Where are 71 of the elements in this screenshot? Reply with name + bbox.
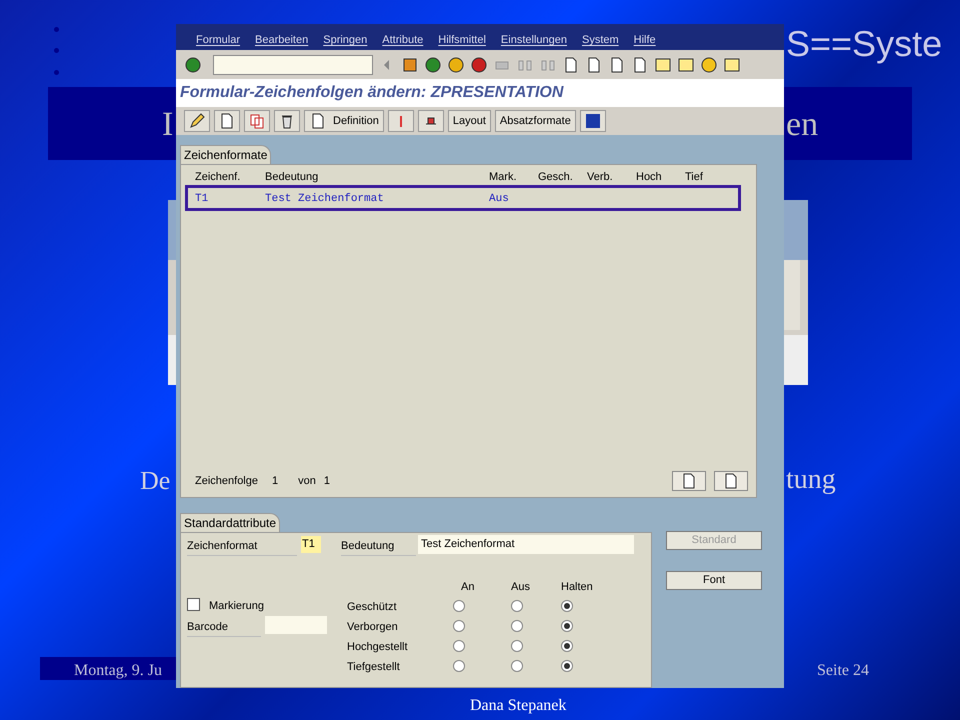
panel-tab[interactable]: Zeichenformate	[180, 145, 272, 164]
field-label: Zeichenformat	[187, 538, 297, 556]
radio-button[interactable]	[561, 640, 573, 652]
barcode-field[interactable]	[265, 616, 327, 634]
field-label: Barcode	[187, 619, 261, 636]
slide-title: en	[786, 108, 818, 142]
column-header: Aus	[511, 580, 530, 595]
radio-button[interactable]	[511, 600, 523, 612]
save-icon[interactable]	[401, 56, 419, 74]
format-field[interactable]: T1	[301, 536, 321, 552]
menu-item[interactable]: Hilfe	[634, 32, 656, 48]
copy-icon[interactable]	[248, 112, 266, 130]
menu-item[interactable]: Formular	[196, 32, 240, 48]
paragraph-formats-button[interactable]: Absatzformate	[494, 110, 576, 132]
pencil-icon[interactable]	[188, 112, 206, 130]
radio-button[interactable]	[561, 620, 573, 632]
action-button[interactable]: Font	[666, 571, 762, 590]
footer-date: Montag, 9. Ju	[74, 663, 162, 679]
column-header: Zeichenf.	[195, 170, 240, 185]
panel-tab[interactable]: Standardattribute	[180, 513, 280, 532]
radio-button[interactable]	[453, 640, 465, 652]
column-header: Mark.	[489, 170, 516, 185]
column-header: Hoch	[636, 170, 662, 185]
position-label: Zeichenfolge	[195, 474, 258, 489]
author-name: Dana Stepanek	[470, 698, 566, 714]
field-label: Bedeutung	[341, 538, 416, 556]
menu-item[interactable]: System	[582, 32, 619, 48]
radio-button[interactable]	[453, 620, 465, 632]
column-header: Halten	[561, 580, 593, 595]
menu-item[interactable]: Bearbeiten	[255, 32, 308, 48]
radio-button[interactable]	[511, 660, 523, 672]
layout-button[interactable]: Layout	[448, 110, 491, 132]
table-cell-text: T1	[195, 192, 208, 207]
slide-text: tung	[786, 466, 836, 494]
command-field[interactable]	[213, 54, 373, 75]
page-up-button[interactable]	[672, 471, 706, 491]
column-header: Tief	[685, 170, 703, 185]
position-label: von	[298, 474, 316, 489]
radio-button[interactable]	[511, 620, 523, 632]
column-header: An	[461, 580, 474, 595]
menu-item[interactable]: Hilfsmittel	[438, 32, 486, 48]
column-header: Verb.	[587, 170, 613, 185]
markierung-checkbox[interactable]	[187, 598, 200, 611]
column-header: Gesch.	[538, 170, 573, 185]
position-value: 1	[324, 474, 330, 489]
table-cell-text: Aus	[489, 192, 509, 207]
column-header: Bedeutung	[265, 170, 318, 185]
slide-heading: S==Syste	[786, 26, 942, 62]
page-down-button[interactable]	[714, 471, 748, 491]
radio-button[interactable]	[561, 600, 573, 612]
position-value: 1	[272, 474, 278, 489]
option-label: Geschützt	[347, 600, 397, 615]
radio-button[interactable]	[453, 660, 465, 672]
page-number: Seite 24	[817, 663, 869, 679]
checkbox-label: Markierung	[209, 599, 264, 614]
option-label: Tiefgestellt	[347, 660, 400, 675]
radio-button[interactable]	[561, 660, 573, 672]
option-label: Verborgen	[347, 620, 398, 635]
table-row[interactable]: T1 Test Zeichenformat Aus	[185, 185, 741, 211]
radio-button[interactable]	[511, 640, 523, 652]
radio-button[interactable]	[453, 600, 465, 612]
slide-text: De	[140, 468, 170, 494]
menu-item[interactable]: Springen	[323, 32, 368, 48]
option-label: Hochgestellt	[347, 640, 408, 655]
slide-title: I	[162, 108, 174, 142]
meaning-field[interactable]: Test Zeichenformat	[418, 535, 634, 554]
menu-item[interactable]: Attribute	[382, 32, 424, 48]
menu-item[interactable]: Einstellungen	[500, 32, 567, 48]
screen-title: Formular-Zeichenfolgen ändern: ZPRESENTATION	[176, 78, 784, 107]
table-cell-text: Test Zeichenformat	[265, 192, 384, 207]
definition-button[interactable]: Definition	[304, 110, 384, 132]
